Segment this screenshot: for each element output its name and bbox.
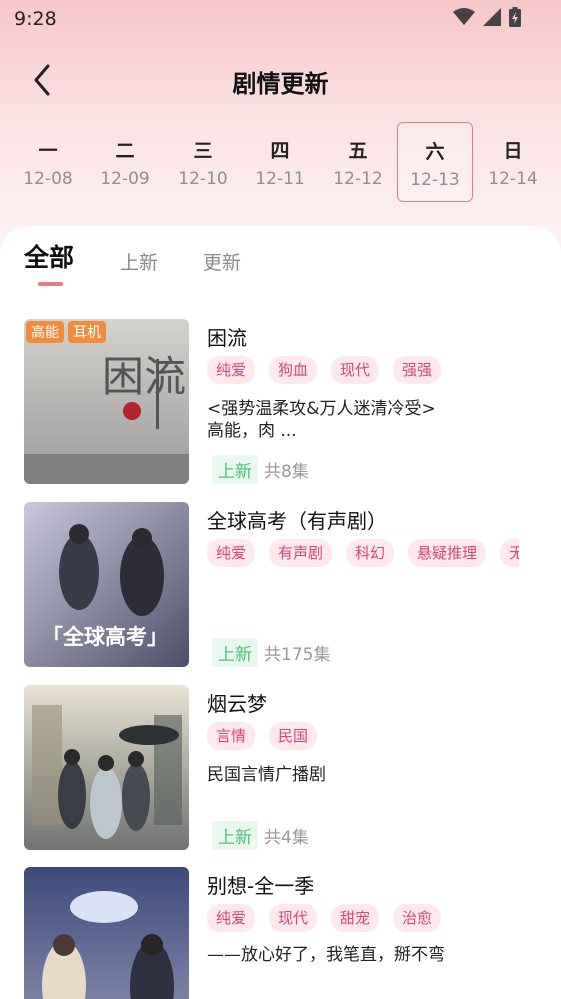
- tag-list: 言情 民国: [207, 722, 519, 750]
- status-badge: 上新: [212, 638, 258, 667]
- content-panel: 全部 上新 更新 困流 高能 耳机 困流 纯爱 狗血 现代 强强 <强势温柔攻&…: [0, 226, 561, 999]
- episode-count: 共4集: [264, 828, 309, 848]
- tab-updated[interactable]: 更新: [203, 248, 241, 275]
- tag: 无: [500, 539, 519, 567]
- badge: 耳机: [68, 321, 106, 343]
- tab-all[interactable]: 全部: [24, 238, 74, 274]
- cover-image: [24, 867, 189, 999]
- tag: 纯爱: [207, 904, 256, 932]
- day-date: 12-08: [23, 169, 73, 189]
- day-week: 六: [425, 141, 445, 163]
- item-meta: 上新 共4集: [212, 821, 309, 850]
- tag: 甜宠: [331, 904, 380, 932]
- day-item-fri[interactable]: 五 12-12: [320, 122, 396, 202]
- day-item-tue[interactable]: 二 12-09: [87, 122, 163, 202]
- badge: 高能: [26, 321, 64, 343]
- list-item[interactable]: 「全球高考」 全球高考（有声剧） 纯爱 有声剧 科幻 悬疑推理 无 上新 共17…: [0, 502, 561, 670]
- cover-image: 「全球高考」: [24, 502, 189, 667]
- list-item[interactable]: 困流 高能 耳机 困流 纯爱 狗血 现代 强强 <强势温柔攻&万人迷清冷受> 高…: [0, 319, 561, 487]
- tag: 悬疑推理: [408, 539, 487, 567]
- day-item-sun[interactable]: 日 12-14: [475, 122, 551, 202]
- tag: 民国: [269, 722, 318, 750]
- day-date: 12-12: [333, 169, 383, 189]
- item-description: 民国言情广播剧: [207, 765, 326, 785]
- day-week: 一: [38, 140, 58, 162]
- cover-image: 困流 高能 耳机: [24, 319, 189, 484]
- tag-list: 纯爱 有声剧 科幻 悬疑推理 无: [207, 539, 519, 567]
- cover-title-text: 「全球高考」: [42, 625, 168, 649]
- status-badge: 上新: [212, 455, 258, 484]
- tag: 治愈: [393, 904, 442, 932]
- item-title: 别想-全一季: [207, 874, 315, 898]
- day-week: 日: [503, 140, 523, 162]
- day-date: 12-09: [100, 169, 150, 189]
- item-title: 困流: [207, 326, 247, 350]
- tag: 言情: [207, 722, 256, 750]
- item-info: 全球高考（有声剧） 纯爱 有声剧 科幻 悬疑推理 无 上新 共175集: [207, 502, 537, 670]
- list-item[interactable]: 别想-全一季 纯爱 现代 甜宠 治愈 ——放心好了，我笔直，掰不弯: [0, 867, 561, 999]
- status-icons: [453, 7, 521, 27]
- tag-list: 纯爱 现代 甜宠 治愈: [207, 904, 519, 932]
- tag: 狗血: [269, 356, 318, 384]
- item-title: 全球高考（有声剧）: [207, 509, 387, 533]
- tag: 现代: [269, 904, 318, 932]
- tag: 纯爱: [207, 356, 256, 384]
- battery-icon: [509, 7, 521, 27]
- status-bar: 9:28: [0, 0, 561, 40]
- cover-image: [24, 685, 189, 850]
- cover-title-text: 困流: [102, 352, 186, 401]
- tag: 有声剧: [269, 539, 333, 567]
- episode-count: 共175集: [264, 645, 331, 665]
- item-meta: 上新 共175集: [212, 638, 330, 667]
- day-item-thu[interactable]: 四 12-11: [242, 122, 318, 202]
- item-info: 困流 纯爱 狗血 现代 强强 <强势温柔攻&万人迷清冷受> 高能，肉 ... 上…: [207, 319, 537, 487]
- page-title: 剧情更新: [232, 70, 329, 98]
- day-item-wed[interactable]: 三 12-10: [165, 122, 241, 202]
- item-info: 烟云梦 言情 民国 民国言情广播剧 上新 共4集: [207, 685, 537, 853]
- item-meta: 上新 共8集: [212, 455, 309, 484]
- item-description: ——放心好了，我笔直，掰不弯: [207, 945, 445, 965]
- tag: 科幻: [346, 539, 395, 567]
- tab-indicator: [38, 282, 63, 286]
- status-badge: 上新: [212, 821, 258, 850]
- tag: 强强: [393, 356, 442, 384]
- header: 剧情更新: [0, 52, 561, 108]
- item-description: <强势温柔攻&万人迷清冷受> 高能，肉 ...: [207, 399, 436, 441]
- day-item-mon[interactable]: 一 12-08: [10, 122, 86, 202]
- day-date: 12-13: [410, 170, 460, 190]
- tag: 纯爱: [207, 539, 256, 567]
- tag-list: 纯爱 狗血 现代 强强: [207, 356, 519, 384]
- episode-count: 共8集: [264, 462, 309, 482]
- tab-new[interactable]: 上新: [120, 248, 158, 275]
- item-title: 烟云梦: [207, 692, 267, 716]
- wifi-icon: [453, 8, 475, 25]
- status-time: 9:28: [14, 8, 57, 30]
- day-item-sat[interactable]: 六 12-13: [397, 122, 473, 202]
- signal-icon: [483, 8, 501, 26]
- day-week: 二: [115, 140, 135, 162]
- day-week: 三: [193, 140, 213, 162]
- item-info: 别想-全一季 纯爱 现代 甜宠 治愈 ——放心好了，我笔直，掰不弯: [207, 867, 537, 999]
- badge-group: 高能 耳机: [26, 321, 106, 343]
- day-date: 12-10: [178, 169, 228, 189]
- list-item[interactable]: 烟云梦 言情 民国 民国言情广播剧 上新 共4集: [0, 685, 561, 853]
- day-selector: 一 12-08 二 12-09 三 12-10 四 12-11 五 12-12 …: [0, 120, 561, 204]
- day-week: 四: [270, 140, 290, 162]
- day-week: 五: [348, 140, 368, 162]
- tag: 现代: [331, 356, 380, 384]
- day-date: 12-11: [255, 169, 305, 189]
- day-date: 12-14: [488, 169, 538, 189]
